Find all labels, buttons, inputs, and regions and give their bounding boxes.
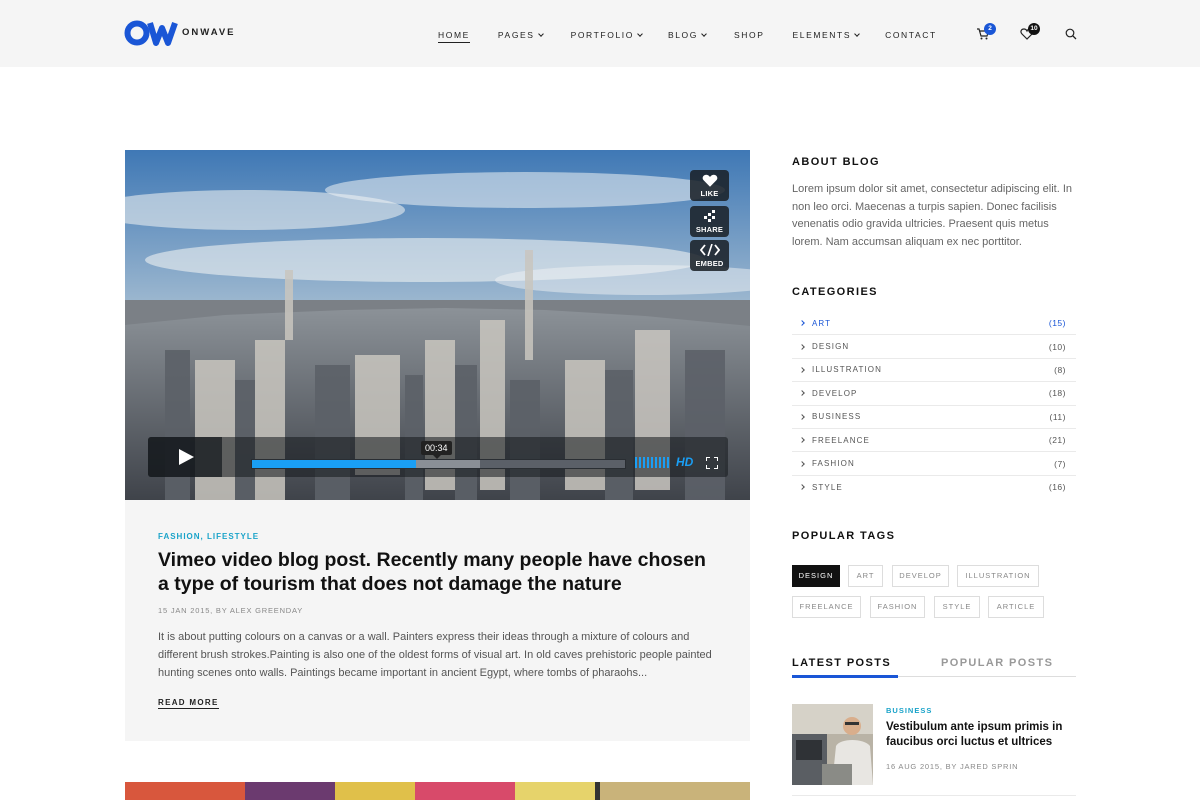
share-button[interactable]: SHARE: [690, 206, 729, 237]
chevron-down-icon: [854, 30, 860, 37]
category-item-freelance[interactable]: FREELANCE (21): [792, 429, 1076, 453]
latest-post-divider: [792, 795, 1076, 796]
nav-item-home[interactable]: HOME: [438, 29, 470, 43]
tag-article[interactable]: ARTICLE: [988, 596, 1044, 618]
category-item-business[interactable]: BUSINESS (11): [792, 406, 1076, 429]
man-at-computer-image: [792, 704, 873, 785]
category-list: ART (15) DESIGN (10) ILLUSTRATION (8) DEVEL…: [792, 312, 1076, 499]
chevron-right-icon: [799, 437, 805, 443]
categories-heading: CATEGORIES: [792, 286, 878, 298]
search-button[interactable]: [1065, 27, 1081, 43]
nav-item-contact[interactable]: CONTACT: [885, 29, 937, 41]
timecode: 00:34: [421, 441, 452, 459]
chevron-right-icon: [799, 390, 805, 397]
category-item-illustration[interactable]: ILLUSTRATION (8): [792, 359, 1076, 383]
category-item-art[interactable]: ART (15): [792, 312, 1076, 336]
play-icon: [179, 449, 194, 465]
post-categories[interactable]: FASHION, LIFESTYLE: [158, 532, 259, 541]
graffiti-image: [125, 782, 750, 800]
nav-item-blog[interactable]: BLOG: [668, 29, 707, 41]
chevron-down-icon: [637, 30, 643, 37]
category-item-design[interactable]: DESIGN (10): [792, 335, 1076, 359]
cart-count-badge: 2: [984, 23, 996, 35]
wishlist-button[interactable]: 10: [1020, 23, 1040, 43]
latest-post-title[interactable]: Vestibulum ante ipsum primis in faucibus…: [886, 720, 1076, 750]
progress-bar[interactable]: [251, 459, 626, 469]
popular-tags-heading: POPULAR TAGS: [792, 530, 896, 542]
next-post-image[interactable]: [125, 782, 750, 800]
chevron-down-icon: [537, 30, 544, 37]
share-icon: [703, 210, 715, 222]
category-item-style[interactable]: STYLE (16): [792, 476, 1076, 499]
logo[interactable]: ONWAVE: [124, 19, 236, 47]
chevron-right-icon: [799, 460, 805, 467]
volume-control[interactable]: [635, 457, 671, 468]
tag-develop[interactable]: DEVELOP: [892, 565, 949, 587]
main-nav: HOME PAGES PORTFOLIO BLOG SHOP ELEMENTS …: [438, 29, 937, 43]
tag-design[interactable]: DESIGN: [792, 565, 840, 587]
embed-button[interactable]: EMBED: [690, 240, 729, 271]
play-button[interactable]: [148, 437, 222, 477]
site-header: ONWAVE HOME PAGES PORTFOLIO BLOG SHOP EL…: [0, 0, 1200, 67]
chevron-right-icon: [799, 413, 805, 420]
category-item-develop[interactable]: DEVELOP (18): [792, 382, 1076, 406]
fullscreen-icon[interactable]: [706, 457, 718, 469]
nav-item-shop[interactable]: SHOP: [734, 29, 765, 41]
like-button[interactable]: LIKE: [690, 170, 729, 201]
latest-post-category[interactable]: BUSINESS: [886, 706, 932, 715]
chevron-right-icon: [799, 343, 805, 350]
hd-button[interactable]: HD: [676, 455, 693, 469]
latest-post-thumbnail[interactable]: [792, 704, 873, 785]
chevron-right-icon: [799, 484, 805, 491]
about-blog-text: Lorem ipsum dolor sit amet, consectetur …: [792, 183, 1073, 248]
tag-freelance[interactable]: FREELANCE: [792, 596, 861, 618]
search-icon: [1065, 28, 1077, 40]
active-tab-indicator: [792, 675, 898, 678]
logo-text: ONWAVE: [182, 26, 236, 38]
video-controls: 00:34 HD: [148, 437, 728, 477]
nav-item-elements[interactable]: ELEMENTS: [792, 29, 860, 41]
chevron-right-icon: [799, 367, 805, 373]
read-more-link[interactable]: READ MORE: [158, 698, 219, 709]
tab-latest-posts[interactable]: LATEST POSTS: [792, 657, 891, 669]
category-item-fashion[interactable]: FASHION (7): [792, 452, 1076, 476]
wishlist-count-badge: 10: [1028, 23, 1040, 35]
nav-item-portfolio[interactable]: PORTFOLIO: [571, 29, 643, 41]
chevron-down-icon: [701, 30, 707, 37]
heart-icon: [702, 174, 717, 187]
tag-art[interactable]: ART: [848, 565, 883, 587]
tab-popular-posts[interactable]: POPULAR POSTS: [941, 657, 1053, 669]
code-icon: [699, 243, 720, 257]
tag-style[interactable]: STYLE: [934, 596, 980, 618]
post-excerpt: It is about putting colours on a canvas …: [158, 631, 712, 679]
post-meta: 15 JAN 2015, BY ALEX GREENDAY: [158, 606, 304, 615]
cart-button[interactable]: 2: [976, 23, 996, 43]
video-player[interactable]: LIKE SHARE EMBED 00:34 HD: [125, 150, 750, 500]
post-title[interactable]: Vimeo video blog post. Recently many peo…: [158, 548, 718, 596]
about-blog-heading: ABOUT BLOG: [792, 156, 880, 168]
nav-item-pages[interactable]: PAGES: [498, 29, 544, 41]
chevron-right-icon: [799, 320, 805, 327]
post-card: FASHION, LIFESTYLE Vimeo video blog post…: [125, 500, 750, 741]
latest-post-meta: 16 AUG 2015, BY JARED SPRIN: [886, 762, 1019, 771]
tag-fashion[interactable]: FASHION: [870, 596, 925, 618]
progress-fill: [252, 460, 416, 468]
logo-mark-icon: [124, 20, 178, 46]
tag-illustration[interactable]: ILLUSTRATION: [957, 565, 1039, 587]
